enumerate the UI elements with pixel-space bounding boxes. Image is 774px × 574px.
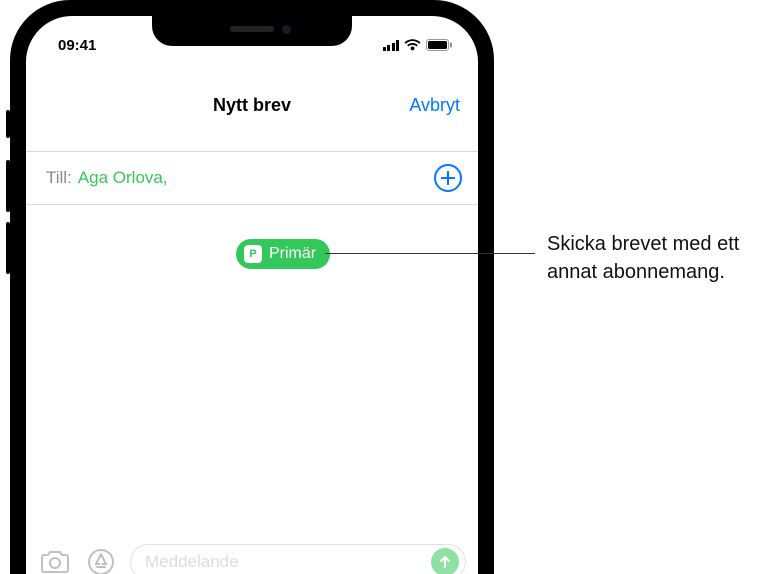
battery-icon xyxy=(426,39,452,51)
callout-text: Skicka brevet med ett annat abonnemang. xyxy=(547,230,757,286)
phone-frame: 09:41 Nytt brev Avbryt Till: Aga Orlova, xyxy=(10,0,494,574)
message-placeholder: Meddelande xyxy=(145,552,239,572)
camera-icon[interactable] xyxy=(38,545,72,574)
navigation-bar: Nytt brev Avbryt xyxy=(26,60,478,152)
cellular-signal-icon xyxy=(383,40,400,51)
recipient-separator: , xyxy=(163,168,168,188)
app-store-icon[interactable] xyxy=(84,545,118,574)
sim-badge-icon: P xyxy=(244,245,262,263)
recipient-chip[interactable]: Aga Orlova xyxy=(78,168,163,188)
phone-notch xyxy=(152,16,352,46)
send-button[interactable] xyxy=(431,548,459,574)
sim-selector-pill[interactable]: P Primär xyxy=(236,239,330,269)
compose-bar: Meddelande xyxy=(26,544,478,574)
sim-label: Primär xyxy=(269,245,316,263)
callout-line xyxy=(325,253,535,254)
to-label: Till: xyxy=(46,168,72,188)
status-right xyxy=(383,39,453,51)
message-input[interactable]: Meddelande xyxy=(130,544,466,574)
status-time: 09:41 xyxy=(58,37,96,54)
recipient-row[interactable]: Till: Aga Orlova, xyxy=(26,152,478,205)
cancel-button[interactable]: Avbryt xyxy=(409,95,460,116)
nav-title: Nytt brev xyxy=(213,95,291,116)
add-contact-button[interactable] xyxy=(434,164,462,192)
wifi-icon xyxy=(404,39,421,51)
phone-screen: 09:41 Nytt brev Avbryt Till: Aga Orlova, xyxy=(26,16,478,574)
